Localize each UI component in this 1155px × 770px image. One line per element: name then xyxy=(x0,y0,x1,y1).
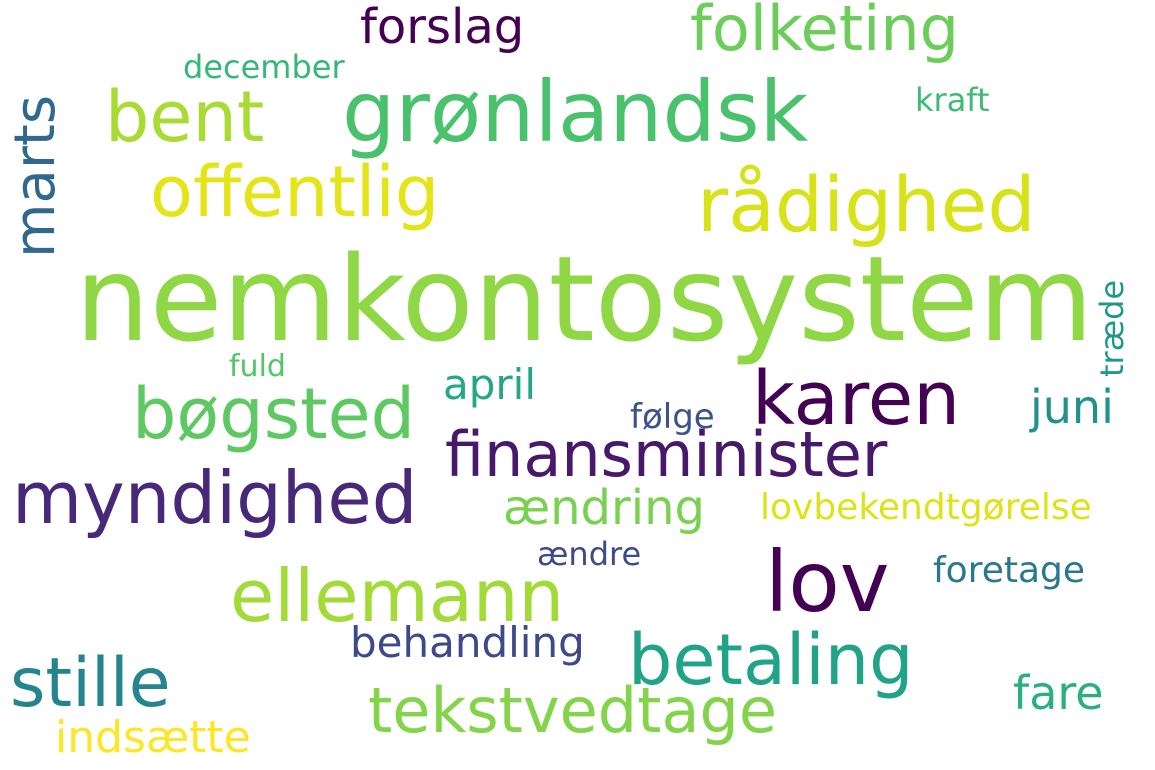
word-folketing: folketing xyxy=(690,0,960,65)
word-bent: bent xyxy=(105,76,265,158)
word-bogsted: bøgsted xyxy=(132,373,416,455)
word-traede: træde xyxy=(1093,279,1131,377)
word-offentlig: offentlig xyxy=(150,151,440,233)
word-folge: følge xyxy=(630,397,715,437)
word-nemkontosystem: nemkontosystem xyxy=(75,230,1094,368)
word-fare: fare xyxy=(1013,666,1104,720)
word-fuld: fuld xyxy=(229,349,286,384)
word-lovbekendtgorelse: lovbekendtgørelse xyxy=(760,487,1092,528)
word-indsaette: indsætte xyxy=(55,712,251,763)
word-marts: marts xyxy=(3,94,68,258)
word-behandling: behandling xyxy=(350,618,585,667)
word-tekstvedtage: tekstvedtage xyxy=(368,674,777,747)
word-december: december xyxy=(183,48,345,86)
word-april: april xyxy=(443,360,537,409)
word-cloud: nemkontosystem grønlandsk rådighed bent … xyxy=(0,0,1155,770)
word-foretage: foretage xyxy=(933,550,1086,591)
word-kraft: kraft xyxy=(915,81,990,119)
word-lov: lov xyxy=(765,533,890,631)
word-gronlandsk: grønlandsk xyxy=(342,63,809,161)
word-forslag: forslag xyxy=(360,0,525,55)
word-stille: stille xyxy=(10,644,171,723)
word-aendring: ændring xyxy=(503,480,705,536)
word-radighed: rådighed xyxy=(697,160,1036,249)
word-juni: juni xyxy=(1030,380,1114,434)
word-myndighed: myndighed xyxy=(12,456,418,540)
